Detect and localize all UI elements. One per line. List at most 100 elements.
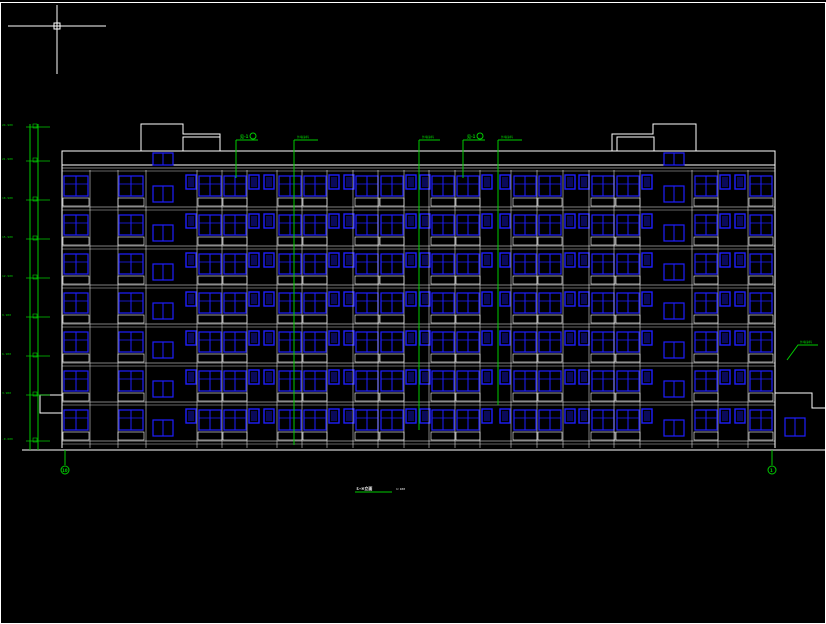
window-glass (346, 294, 352, 304)
balcony-rail (455, 275, 481, 285)
balcony-rail (117, 197, 145, 207)
window-glass (567, 294, 573, 304)
window-glass (408, 177, 414, 187)
balcony-rail (197, 392, 223, 402)
balcony-rail (197, 431, 223, 441)
level-label: 9.900 (2, 313, 11, 317)
balcony-rail (117, 275, 145, 285)
balcony-rail (117, 392, 145, 402)
window-glass (251, 333, 257, 343)
balcony-rail (512, 197, 538, 207)
balcony-rail (615, 353, 641, 363)
window-glass (266, 294, 272, 304)
window-glass (331, 177, 337, 187)
window-glass (737, 255, 743, 265)
balcony-rail (222, 197, 248, 207)
balcony-rail (615, 431, 641, 441)
window-glass (188, 255, 194, 265)
window-glass (408, 255, 414, 265)
window-glass (346, 216, 352, 226)
balcony-rail (379, 236, 405, 246)
axis-label-left: 10 (62, 468, 68, 473)
balcony-rail (748, 431, 774, 441)
window-glass (581, 255, 587, 265)
balcony-rail (302, 353, 328, 363)
window-glass (581, 294, 587, 304)
balcony-rail (197, 314, 223, 324)
balcony-rail (537, 353, 563, 363)
window-glass (266, 255, 272, 265)
balcony-rail (748, 197, 774, 207)
window-glass (644, 177, 650, 187)
balcony-rail (197, 353, 223, 363)
balcony-rail (590, 236, 616, 246)
level-label: 18.900 (2, 196, 13, 200)
window-glass (331, 333, 337, 343)
window-glass (644, 255, 650, 265)
balcony-rail (379, 275, 405, 285)
level-dimension-column: 24.900 21.900 18.900 15.900 12.900 9.900 6.900… (2, 123, 50, 450)
window-grid (62, 152, 806, 441)
balcony-rail (455, 236, 481, 246)
window-glass (266, 216, 272, 226)
window-glass (346, 255, 352, 265)
side-note: 外墙涂料 (800, 339, 812, 344)
balcony-rail (693, 392, 719, 402)
balcony-rail (512, 431, 538, 441)
window-glass (266, 177, 272, 187)
window-glass (422, 294, 428, 304)
balcony-rail (117, 236, 145, 246)
balcony-rail (590, 353, 616, 363)
window-glass (502, 216, 508, 226)
window-glass (422, 177, 428, 187)
balcony-rail (277, 236, 303, 246)
window-glass (422, 411, 428, 421)
window-glass (251, 177, 257, 187)
window-glass (484, 177, 490, 187)
note-1: 外墙涂料 (297, 134, 309, 139)
balcony-rail (222, 275, 248, 285)
balcony-rail (354, 236, 380, 246)
window-glass (266, 372, 272, 382)
window-glass (408, 372, 414, 382)
window-glass (251, 216, 257, 226)
window-glass (581, 333, 587, 343)
balcony-rail (62, 275, 90, 285)
window-glass (484, 372, 490, 382)
window-glass (644, 294, 650, 304)
window-glass (567, 372, 573, 382)
window-glass (722, 411, 728, 421)
balcony-rail (222, 236, 248, 246)
elevation-drawing: 24.900 21.900 18.900 15.900 12.900 9.900 6.900… (0, 2, 826, 624)
window-glass (737, 294, 743, 304)
balcony-rail (379, 353, 405, 363)
balcony-rail (748, 314, 774, 324)
balcony-rail (62, 197, 90, 207)
balcony-rail (455, 314, 481, 324)
window-glass (644, 216, 650, 226)
window-glass (266, 333, 272, 343)
window-glass (251, 255, 257, 265)
balcony-rail (693, 431, 719, 441)
balcony-rail (430, 353, 456, 363)
level-label: 3.900 (2, 391, 11, 395)
window-glass (251, 372, 257, 382)
window-glass (722, 177, 728, 187)
window-glass (722, 372, 728, 382)
window-glass (408, 294, 414, 304)
balcony-rail (62, 431, 90, 441)
balcony-rail (222, 353, 248, 363)
balcony-rail (455, 392, 481, 402)
window-glass (737, 411, 743, 421)
balcony-rail (455, 431, 481, 441)
balcony-rail (302, 314, 328, 324)
balcony-rail (62, 236, 90, 246)
balcony-rail (430, 275, 456, 285)
balcony-rail (693, 236, 719, 246)
window-glass (644, 333, 650, 343)
window-glass (331, 372, 337, 382)
balcony-rail (222, 392, 248, 402)
balcony-rail (537, 314, 563, 324)
balcony-rail (455, 353, 481, 363)
level-label: 15.900 (2, 235, 13, 239)
